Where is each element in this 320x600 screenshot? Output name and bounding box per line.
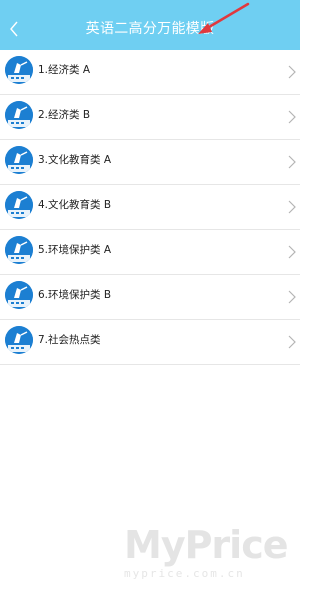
list-item-label: 7.社会热点类 (38, 334, 101, 346)
chevron-right-icon (288, 290, 296, 304)
course-avatar-icon (5, 56, 33, 84)
chevron-right-icon (288, 65, 296, 79)
chevron-right-icon (288, 245, 296, 259)
list-item[interactable]: 4.文化教育类 B (0, 185, 300, 230)
chevron-right-icon (288, 335, 296, 349)
list-item[interactable]: 2.经济类 B (0, 95, 300, 140)
chevron-right-icon (288, 200, 296, 214)
list-item-label: 3.文化教育类 A (38, 154, 112, 166)
list-item[interactable]: 6.环境保护类 B (0, 275, 300, 320)
list-item[interactable]: 3.文化教育类 A (0, 140, 300, 185)
template-list: 1.经济类 A 2.经济类 B 3.文化教育类 A 4.文化教育类 B 5.环境… (0, 50, 300, 365)
watermark-url: myprice.com.cn (124, 567, 245, 580)
course-avatar-icon (5, 326, 33, 354)
chevron-right-icon (288, 110, 296, 124)
watermark-brand: MyPrice (124, 523, 289, 567)
course-avatar-icon (5, 146, 33, 174)
list-item[interactable]: 1.经济类 A (0, 50, 300, 95)
watermark: MyPrice myprice.com.cn (124, 525, 294, 580)
course-avatar-icon (5, 191, 33, 219)
list-item-label: 6.环境保护类 B (38, 289, 112, 301)
list-item-label: 1.经济类 A (38, 64, 91, 76)
list-item-label: 4.文化教育类 B (38, 199, 112, 211)
course-avatar-icon (5, 236, 33, 264)
annotation-arrow-icon (198, 2, 250, 34)
list-item[interactable]: 7.社会热点类 (0, 320, 300, 365)
list-item-label: 2.经济类 B (38, 109, 91, 121)
list-item[interactable]: 5.环境保护类 A (0, 230, 300, 275)
chevron-right-icon (288, 155, 296, 169)
course-avatar-icon (5, 101, 33, 129)
course-avatar-icon (5, 281, 33, 309)
list-item-label: 5.环境保护类 A (38, 244, 112, 256)
